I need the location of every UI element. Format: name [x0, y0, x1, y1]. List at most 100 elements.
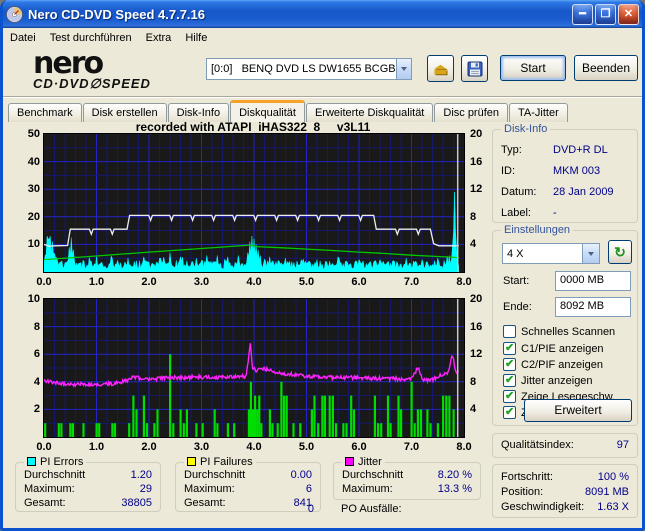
- checkbox-icon: [503, 405, 516, 419]
- tab-strip: Benchmark Disk erstellen Disk-Info Diskq…: [8, 100, 638, 122]
- progress-value: 100 %: [597, 471, 629, 483]
- max-value: 29: [139, 483, 152, 495]
- po-failures-value: 0: [307, 503, 314, 515]
- pi-failures-jitter-chart: [43, 298, 465, 438]
- checkbox-label: C1/PIE anzeigen: [521, 342, 604, 355]
- drive-select-dropdown-button[interactable]: [395, 59, 411, 79]
- pi-failures-stats-title: PI Failures: [184, 456, 256, 468]
- disk-info-title: Disk-Info: [501, 123, 551, 135]
- drive-select-value: [0:0] BENQ DVD LS DW1655 BCGB: [211, 63, 396, 75]
- pi-failures-stats-group: PI Failures Durchschnitt 0.00 Maximum: 6 G…: [175, 456, 321, 512]
- axis-tick-label: 6: [33, 348, 40, 361]
- progress-label: Fortschritt:: [501, 471, 553, 483]
- checkbox-schnelles-scannen[interactable]: Schnelles Scannen: [503, 324, 615, 339]
- refresh-icon: ↻: [614, 243, 626, 260]
- max-value: 13.3 %: [437, 483, 472, 495]
- speed-label: Geschwindigkeit:: [501, 501, 585, 513]
- pi-errors-chart: [43, 133, 465, 273]
- checkbox-c2-pif[interactable]: C2/PIF anzeigen: [503, 357, 603, 372]
- po-failures-row: PO Ausfälle: 0: [308, 503, 481, 517]
- pi-errors-color-swatch: [27, 457, 36, 466]
- axis-tick-label: 50: [27, 128, 40, 140]
- axis-tick-label: 7.0: [403, 441, 420, 453]
- menu-hilfe[interactable]: Hilfe: [178, 30, 214, 46]
- start-mb-label: Start:: [503, 275, 530, 287]
- axis-tick-label: 1.0: [88, 441, 105, 453]
- axis-tick-label: 6.0: [351, 276, 367, 288]
- refresh-button[interactable]: ↻: [608, 240, 632, 264]
- start-mb-field[interactable]: 0000 MB: [555, 271, 631, 291]
- disk-type-label: Typ:: [501, 144, 522, 156]
- close-button[interactable]: ✕: [618, 3, 639, 25]
- speed-select-dropdown-button[interactable]: [582, 244, 599, 263]
- axis-tick-label: 4.0: [246, 441, 262, 453]
- max-label: Maximum:: [24, 483, 75, 495]
- checkbox-icon: [503, 357, 516, 371]
- total-label: Gesamt:: [184, 497, 226, 509]
- axis-tick-label: 8: [470, 375, 477, 388]
- minimize-button[interactable]: ━: [572, 3, 593, 25]
- chevron-down-icon: [400, 67, 407, 71]
- speed-select[interactable]: 4 X: [502, 243, 600, 264]
- max-label: Maximum:: [184, 483, 235, 495]
- app-cd-icon: [6, 5, 23, 23]
- axis-tick-label: 20: [470, 293, 483, 305]
- nero-logo-text: nero: [33, 46, 104, 81]
- menu-test-durchfuehren[interactable]: Test durchführen: [43, 30, 139, 46]
- position-value: 8091 MB: [584, 486, 629, 498]
- eject-disc-icon: ⏏: [433, 60, 448, 78]
- avg-value: 1.20: [130, 469, 152, 481]
- toolbar: nero CD·DVD∅SPEED [0:0] BENQ DVD LS DW16…: [3, 47, 642, 97]
- pi-errors-stats-title: PI Errors: [24, 456, 87, 468]
- disk-date-value: 28 Jan 2009: [553, 186, 614, 198]
- checkbox-label: C2/PIF anzeigen: [521, 358, 603, 371]
- app-window: Nero CD-DVD Speed 4.7.7.16 ━ ❐ ✕ Datei T…: [0, 0, 645, 531]
- cdspeed-logo-text: CD·DVD∅SPEED: [33, 76, 151, 91]
- axis-tick-label: 4.0: [246, 276, 262, 288]
- axis-tick-label: 2.0: [141, 441, 157, 453]
- drive-select[interactable]: [0:0] BENQ DVD LS DW1655 BCGB: [206, 58, 412, 80]
- axis-tick-label: 12: [470, 183, 483, 196]
- axis-tick-label: 5.0: [298, 276, 315, 288]
- checkbox-icon: [503, 373, 516, 387]
- menu-extra[interactable]: Extra: [139, 30, 179, 46]
- jitter-color-swatch: [345, 457, 354, 466]
- disk-id-value: MKM 003: [553, 165, 601, 177]
- axis-tick-label: 20: [27, 210, 40, 223]
- menu-datei[interactable]: Datei: [3, 30, 43, 46]
- maximize-button[interactable]: ❐: [595, 3, 616, 25]
- axis-tick-label: 0.0: [36, 276, 52, 288]
- pi-errors-stats-group: PI Errors Durchschnitt 1.20 Maximum: 29 Ge…: [15, 456, 161, 512]
- speed-select-value: 4 X: [507, 247, 524, 260]
- save-button[interactable]: [461, 55, 488, 82]
- jitter-stats-title: Jitter: [342, 456, 385, 468]
- avg-value: 8.20 %: [437, 469, 472, 481]
- checkbox-label: Schnelles Scannen: [521, 325, 616, 338]
- axis-tick-label: 3.0: [193, 276, 210, 288]
- tab-ta-jitter[interactable]: TA-Jitter: [509, 103, 568, 122]
- quality-index-label: Qualitätsindex:: [501, 439, 574, 451]
- end-mb-field[interactable]: 8092 MB: [555, 297, 631, 317]
- checkbox-c1-pie[interactable]: C1/PIE anzeigen: [503, 341, 604, 356]
- axis-tick-label: 0.0: [36, 441, 52, 453]
- axis-tick-label: 6.0: [351, 441, 367, 453]
- title-bar[interactable]: Nero CD-DVD Speed 4.7.7.16 ━ ❐ ✕: [3, 0, 642, 28]
- axis-tick-label: 3.0: [193, 441, 210, 453]
- eject-button[interactable]: ⏏: [427, 55, 454, 82]
- disk-label-value: -: [553, 207, 557, 219]
- checkbox-jitter[interactable]: Jitter anzeigen: [503, 373, 593, 388]
- jitter-stats-group: Jitter Durchschnitt 8.20 % Maximum: 13.3 %: [333, 456, 481, 500]
- advanced-button[interactable]: Erweitert: [524, 399, 632, 422]
- start-button[interactable]: Start: [500, 55, 566, 81]
- disk-label-label: Label:: [501, 207, 531, 219]
- quality-index-group: Qualitätsindex: 97: [492, 433, 638, 458]
- disk-type-value: DVD+R DL: [553, 144, 608, 156]
- checkbox-icon: [503, 325, 516, 338]
- axis-tick-label: 2: [33, 403, 40, 416]
- speed-value: 1.63 X: [597, 501, 629, 513]
- po-failures-label: PO Ausfälle:: [341, 503, 402, 515]
- tab-diskqualitaet[interactable]: Diskqualität: [230, 100, 305, 122]
- quit-button[interactable]: Beenden: [574, 55, 638, 81]
- axis-tick-label: 7.0: [403, 276, 420, 288]
- total-label: Gesamt:: [24, 497, 66, 509]
